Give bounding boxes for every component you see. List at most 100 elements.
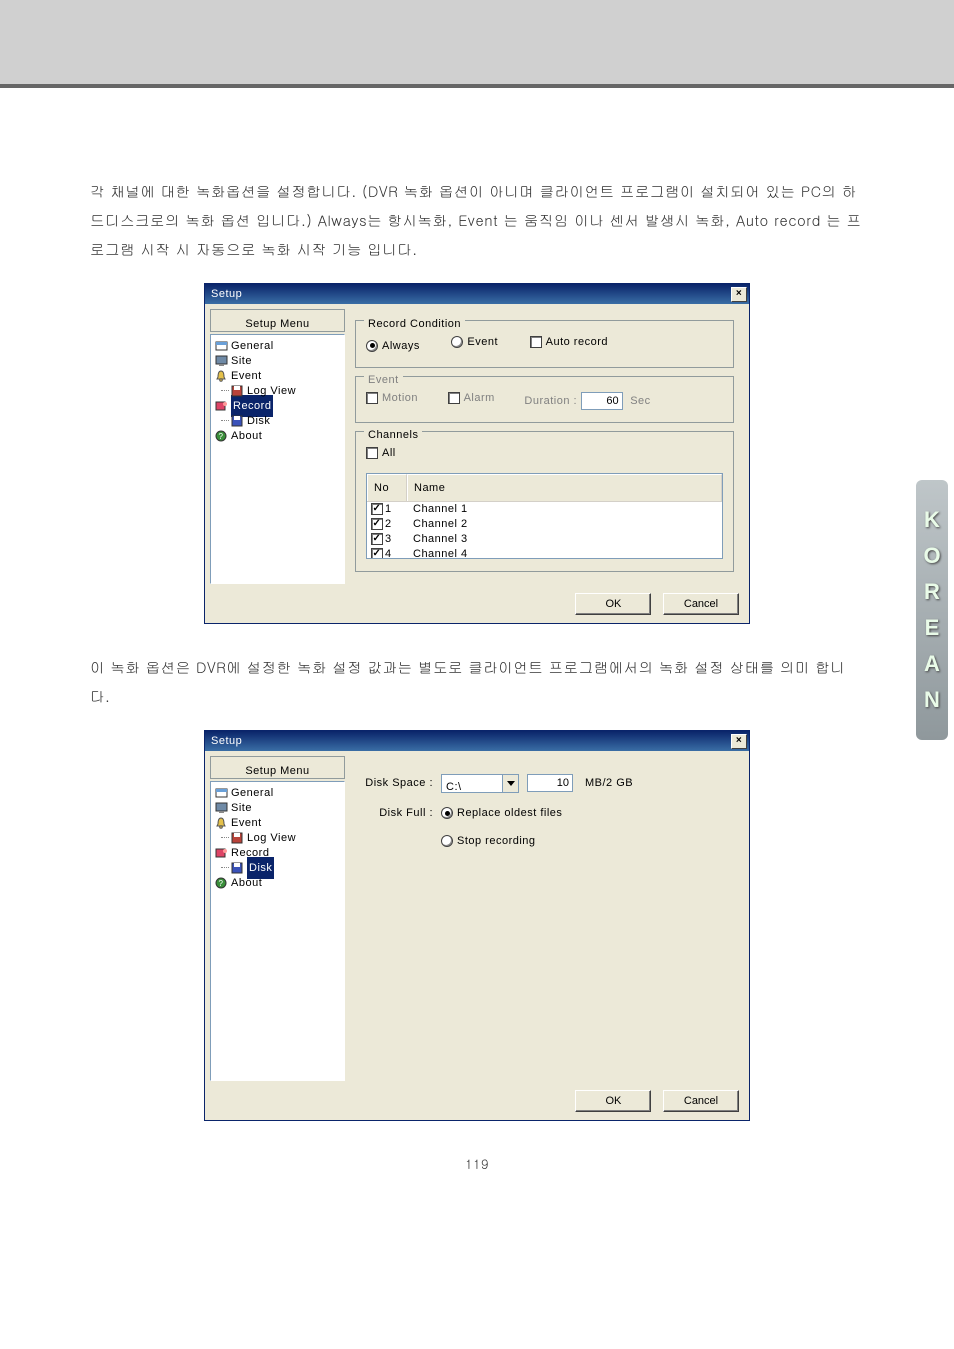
- channels-list[interactable]: No Name 1 Channel 1 2 Channel 2: [366, 473, 723, 559]
- bell-icon: [215, 817, 228, 829]
- tree-label: Log View: [247, 380, 296, 402]
- dialog-buttons: OK Cancel: [205, 589, 749, 623]
- radio-label: Replace oldest files: [457, 802, 562, 824]
- duration-input[interactable]: [581, 392, 623, 410]
- window-title: Setup: [211, 283, 731, 305]
- radio-dot-icon: [441, 807, 453, 819]
- tree-item-disk[interactable]: Disk: [213, 413, 342, 428]
- radio-replace-oldest[interactable]: Replace oldest files: [441, 802, 562, 824]
- floppy-icon: [231, 415, 244, 427]
- paragraph-note: 이 녹화 옵션은 DVR에 설정한 녹화 설정 값과는 별도로 클라이언트 프로…: [90, 654, 864, 712]
- disk-full-row: Disk Full : Replace oldest files Stop re…: [355, 802, 734, 852]
- drive-value: C:\: [442, 775, 502, 792]
- tab-letter: A: [924, 651, 940, 677]
- group-record-condition: Record Condition Always Event Auto recor…: [355, 320, 734, 368]
- tab-letter: K: [924, 507, 940, 533]
- disk-size-input[interactable]: [527, 774, 573, 792]
- record-icon: [215, 847, 228, 859]
- card-icon: [215, 787, 228, 799]
- radio-always[interactable]: Always: [366, 335, 420, 357]
- duration-unit: Sec: [630, 395, 650, 407]
- duration-label: Duration :: [524, 395, 577, 407]
- radio-label: Always: [382, 335, 420, 357]
- checkbox-auto-record[interactable]: Auto record: [530, 331, 608, 353]
- radio-stop-recording[interactable]: Stop recording: [441, 830, 562, 852]
- radio-label: Event: [467, 331, 498, 353]
- tab-letter: N: [924, 687, 940, 713]
- col-no: No: [367, 474, 407, 501]
- tab-letter: O: [923, 543, 940, 569]
- tree-item-about[interactable]: ? About: [213, 875, 342, 890]
- setup-menu-tree[interactable]: General Site Event Log View: [210, 334, 345, 584]
- checkbox-label: Auto record: [546, 331, 608, 353]
- tree-item-logview[interactable]: Log View: [213, 383, 342, 398]
- monitor-icon: [215, 355, 228, 367]
- setup-dialog-record: Setup × Setup Menu General: [204, 283, 750, 624]
- tab-letter: E: [925, 615, 940, 641]
- close-icon[interactable]: ×: [731, 734, 747, 749]
- svg-text:?: ?: [219, 432, 224, 441]
- setup-menu-tree[interactable]: General Site Event Log View: [210, 781, 345, 1081]
- sidebar-header: Setup Menu: [210, 309, 345, 332]
- group-legend: Event: [364, 369, 403, 391]
- dialog-buttons: OK Cancel: [205, 1086, 749, 1120]
- page-number: 119: [90, 1151, 864, 1177]
- checkbox-label: Alarm: [464, 387, 495, 409]
- page-top-band: [0, 0, 954, 88]
- tree-label: Disk: [247, 410, 270, 432]
- checkbox-icon: [366, 392, 378, 404]
- channel-row[interactable]: 4 Channel 4: [367, 547, 722, 559]
- record-settings-pane: Record Condition Always Event Auto recor…: [345, 309, 744, 584]
- titlebar: Setup ×: [205, 731, 749, 751]
- checkbox-alarm: Alarm: [448, 387, 495, 409]
- disk-settings-pane: Disk Space : C:\ MB/2 GB Disk Full :: [345, 756, 744, 1081]
- close-icon[interactable]: ×: [731, 287, 747, 302]
- svg-text:?: ?: [219, 879, 224, 888]
- bell-icon: [215, 370, 228, 382]
- checkbox-icon[interactable]: [371, 548, 383, 559]
- drive-select[interactable]: C:\: [441, 774, 519, 793]
- paragraph-intro: 각 채널에 대한 녹화옵션을 설정합니다. (DVR 녹화 옵션이 아니며 클라…: [90, 178, 864, 265]
- radio-dot-icon: [451, 336, 463, 348]
- group-channels: Channels All No Name 1: [355, 431, 734, 572]
- tree-item-disk[interactable]: Disk: [213, 860, 342, 875]
- setup-dialog-disk: Setup × Setup Menu General: [204, 730, 750, 1121]
- chevron-down-icon[interactable]: [502, 775, 518, 792]
- window-title: Setup: [211, 730, 731, 752]
- channel-name: Channel 4: [407, 543, 722, 559]
- group-event: Event Motion Alarm Duration : Sec: [355, 376, 734, 423]
- titlebar: Setup ×: [205, 284, 749, 304]
- disk-space-label: Disk Space :: [355, 772, 433, 794]
- tab-letter: R: [924, 579, 940, 605]
- cancel-button[interactable]: Cancel: [663, 593, 739, 615]
- ok-button[interactable]: OK: [575, 593, 651, 615]
- checkbox-icon: [530, 336, 542, 348]
- disk-space-row: Disk Space : C:\ MB/2 GB: [355, 772, 734, 794]
- tree-label: Log View: [247, 827, 296, 849]
- tree-item-about[interactable]: ? About: [213, 428, 342, 443]
- sidebar-header: Setup Menu: [210, 756, 345, 779]
- floppy-icon: [231, 862, 244, 874]
- tree-item-logview[interactable]: Log View: [213, 830, 342, 845]
- sidebar: Setup Menu General Site Ev: [210, 309, 345, 584]
- sidebar: Setup Menu General Site Ev: [210, 756, 345, 1081]
- tree-label-selected: Disk: [247, 857, 274, 879]
- sidebar-title: Setup Menu: [211, 760, 344, 782]
- screenshot-record: Setup × Setup Menu General: [90, 283, 864, 624]
- screenshot-disk: Setup × Setup Menu General: [90, 730, 864, 1121]
- checkbox-icon: [448, 392, 460, 404]
- radio-dot-icon: [366, 340, 378, 352]
- card-icon: [215, 340, 228, 352]
- monitor-icon: [215, 802, 228, 814]
- record-icon: [215, 400, 228, 412]
- question-icon: ?: [215, 877, 228, 889]
- ok-button[interactable]: OK: [575, 1090, 651, 1112]
- radio-label: Stop recording: [457, 830, 536, 852]
- floppy-icon: [231, 832, 244, 844]
- cancel-button[interactable]: Cancel: [663, 1090, 739, 1112]
- checkbox-icon: [366, 447, 378, 459]
- sidebar-title: Setup Menu: [211, 313, 344, 335]
- group-legend: Channels: [364, 424, 422, 446]
- document-body: 각 채널에 대한 녹화옵션을 설정합니다. (DVR 녹화 옵션이 아니며 클라…: [0, 88, 954, 1177]
- disk-full-label: Disk Full :: [355, 802, 433, 824]
